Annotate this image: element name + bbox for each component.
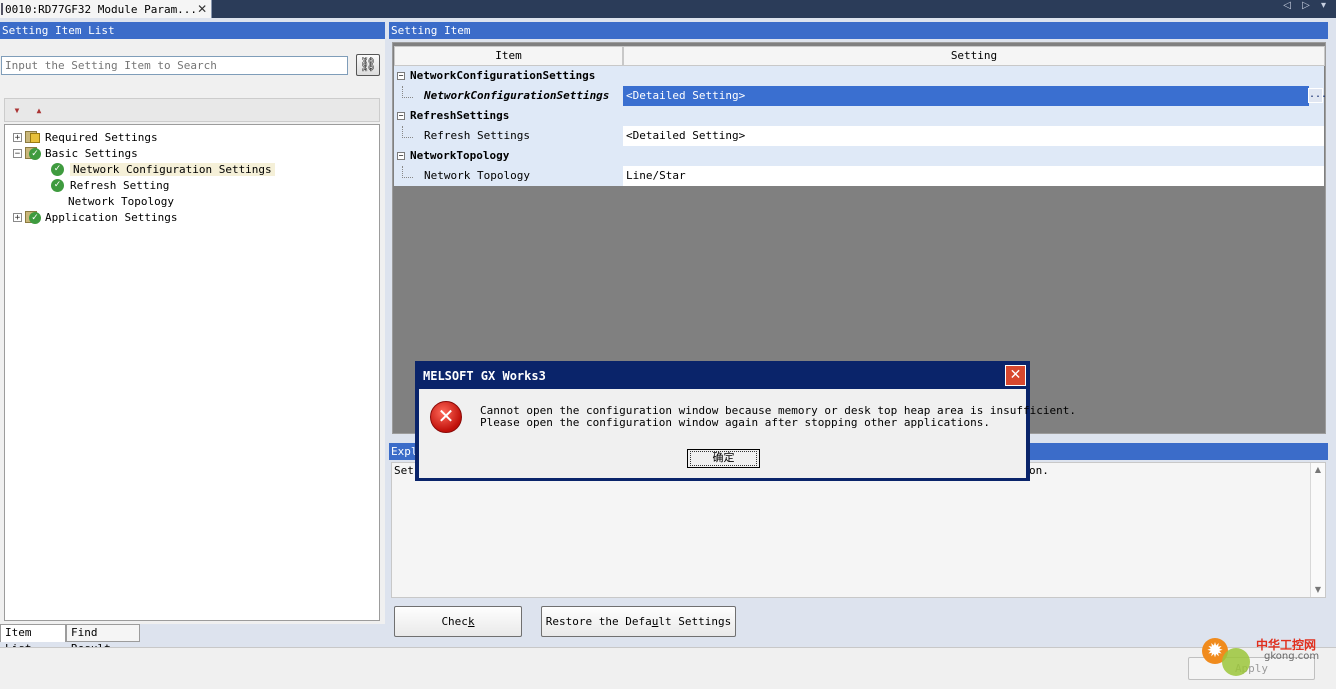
setting-value[interactable]: <Detailed Setting>	[623, 86, 1309, 106]
tree-item-label: Basic Settings	[45, 146, 138, 160]
explanation-scrollbar[interactable]: ▲ ▼	[1310, 463, 1325, 597]
setting-row-network-configuration[interactable]: NetworkConfigurationSettings <Detailed S…	[394, 86, 1327, 106]
column-header-item[interactable]: Item	[394, 46, 623, 66]
item-label: Refresh Settings	[424, 129, 530, 142]
collapse-icon[interactable]: −	[397, 72, 405, 80]
check-icon: ✓	[51, 178, 64, 192]
column-header-setting[interactable]: Setting	[623, 46, 1325, 66]
detail-ellipsis-button[interactable]: ...	[1308, 88, 1327, 103]
setting-value[interactable]: <Detailed Setting>	[623, 126, 1324, 146]
tree-item-label: Network Configuration Settings	[70, 162, 275, 176]
tree-item-label: Network Topology	[68, 194, 174, 208]
focus-rect	[690, 451, 757, 466]
document-tab-title: 0010:RD77GF32 Module Param...	[5, 2, 198, 16]
tree-item-basic-settings[interactable]: − ✓ Basic Settings	[13, 145, 138, 161]
tree-item-required-settings[interactable]: + Required Settings	[13, 129, 158, 145]
explanation-text-start: Set	[394, 464, 414, 477]
watermark-logo: ✹ 中华工控网 gkong.com	[1196, 626, 1326, 678]
expand-icon[interactable]: +	[13, 212, 22, 222]
document-tab-strip: 0010:RD77GF32 Module Param... ✕ ◁ ▷ ▾	[0, 0, 1336, 18]
tree-item-network-configuration-settings[interactable]: ✓ Network Configuration Settings	[51, 161, 275, 177]
explanation-text-end: on.	[1029, 464, 1049, 477]
scroll-down-icon[interactable]: ▼	[1313, 585, 1323, 595]
tree-item-application-settings[interactable]: + ✓ Application Settings	[13, 209, 177, 225]
binoculars-icon: ⛓	[359, 57, 377, 73]
category-row-refresh-settings[interactable]: − RefreshSettings	[394, 106, 1324, 126]
category-label: RefreshSettings	[410, 109, 510, 122]
dialog-title: MELSOFT GX Works3	[423, 369, 546, 383]
explanation-text: Set on. ▲ ▼	[391, 462, 1326, 598]
tab-navigation-arrows[interactable]: ◁ ▷ ▾	[1283, 0, 1330, 11]
category-row-network-configuration[interactable]: − NetworkConfigurationSettings	[394, 66, 1324, 86]
setting-item-title: Setting Item	[389, 22, 1328, 39]
dialog-close-button[interactable]: ✕	[1005, 365, 1026, 386]
folder-check-icon: ✓	[25, 146, 41, 160]
collapse-icon[interactable]: −	[397, 112, 405, 120]
collapse-all-icon[interactable]: ▴	[31, 102, 47, 118]
check-icon: ✓	[51, 162, 64, 176]
check-button[interactable]: Check	[394, 606, 522, 637]
folder-check-icon: ✓	[25, 210, 41, 224]
setting-tree: + Required Settings − ✓ Basic Settings ✓…	[4, 124, 380, 621]
gear-icon	[1222, 648, 1250, 676]
restore-button-label: Restore the Defa	[545, 615, 652, 628]
expand-icon[interactable]: +	[13, 132, 22, 142]
tree-item-label: Required Settings	[45, 130, 158, 144]
item-label: Network Topology	[424, 169, 530, 182]
watermark-en: gkong.com	[1264, 651, 1320, 662]
category-label: NetworkTopology	[410, 149, 510, 162]
category-label: NetworkConfigurationSettings	[410, 69, 596, 82]
category-row-network-topology[interactable]: − NetworkTopology	[394, 146, 1324, 166]
tree-toolbar: ▾ ▴	[4, 98, 380, 122]
folder-warning-icon	[25, 130, 41, 144]
document-tab[interactable]: 0010:RD77GF32 Module Param... ✕	[0, 0, 212, 18]
setting-item-list-title: Setting Item List	[0, 22, 385, 39]
search-button[interactable]: ⛓	[356, 54, 380, 76]
module-icon	[1, 3, 3, 15]
collapse-icon[interactable]: −	[13, 148, 22, 158]
setting-row-network-topology[interactable]: Network Topology Line/Star	[394, 166, 1324, 186]
dialog-message-line-2: Please open the configuration window aga…	[480, 416, 990, 429]
restore-default-settings-button[interactable]: Restore the Default Settings	[541, 606, 736, 637]
tree-item-label: Refresh Setting	[70, 178, 170, 192]
setting-item-list-panel: Setting Item List ⛓ ▾ ▴ + Required Setti…	[0, 22, 385, 655]
error-dialog: MELSOFT GX Works3 ✕ ✕ Cannot open the co…	[415, 361, 1076, 481]
check-button-label: Chec	[441, 615, 468, 628]
check-button-access-key: k	[467, 615, 475, 628]
tree-item-label: Application Settings	[45, 210, 178, 224]
dialog-body: ✕ Cannot open the configuration window b…	[419, 389, 1076, 478]
tab-find-result[interactable]: Find Result	[66, 624, 140, 655]
item-label: NetworkConfigurationSettings	[424, 89, 610, 102]
status-bar	[0, 647, 1336, 689]
setting-value[interactable]: Line/Star	[623, 166, 1324, 186]
expand-all-icon[interactable]: ▾	[9, 102, 25, 118]
tree-item-network-topology[interactable]: Network Topology	[68, 193, 174, 209]
collapse-icon[interactable]: −	[397, 152, 405, 160]
ok-button[interactable]: 确定	[687, 449, 760, 468]
scroll-up-icon[interactable]: ▲	[1313, 465, 1323, 475]
setting-row-refresh-settings[interactable]: Refresh Settings <Detailed Setting>	[394, 126, 1324, 146]
search-input[interactable]	[1, 56, 348, 75]
error-icon: ✕	[430, 401, 462, 433]
tree-line	[402, 126, 413, 138]
tree-line	[402, 166, 413, 178]
tree-item-refresh-setting[interactable]: ✓ Refresh Setting	[51, 177, 169, 193]
close-tab-icon[interactable]: ✕	[197, 2, 207, 16]
tree-line	[402, 86, 413, 98]
restore-button-label-end: lt Settings	[658, 615, 732, 628]
tab-item-list[interactable]: Item List	[0, 624, 66, 655]
